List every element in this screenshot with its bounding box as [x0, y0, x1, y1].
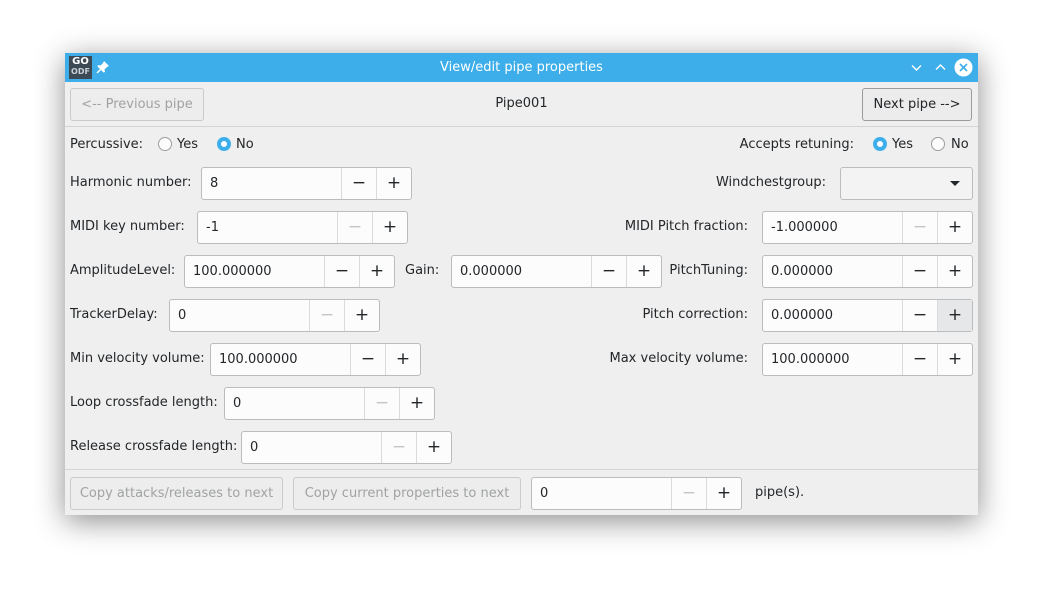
copy-count-decrement-button[interactable]: − — [671, 478, 706, 509]
midi-pitch-increment-button[interactable]: + — [937, 212, 972, 243]
windchest-label: Windchestgroup: — [715, 175, 826, 190]
percussive-label: Percussive: — [70, 137, 144, 152]
midi-key-value[interactable]: -1 — [206, 212, 219, 243]
amplitude-increment-button[interactable]: + — [359, 256, 394, 287]
percussive-yes-label[interactable]: Yes — [177, 137, 198, 152]
midi-pitch-label: MIDI Pitch fraction: — [624, 219, 748, 234]
pitch-correction-label: Pitch correction: — [642, 307, 749, 322]
max-velocity-spinbox[interactable]: 100.000000 − + — [762, 343, 973, 376]
bottom-divider — [65, 469, 978, 470]
pitch-correction-increment-button[interactable]: + — [937, 300, 972, 331]
gain-spinbox[interactable]: 0.000000 − + — [451, 255, 662, 288]
midi-pitch-decrement-button[interactable]: − — [902, 212, 937, 243]
copy-current-properties-button[interactable]: Copy current properties to next — [293, 477, 521, 510]
release-crossfade-label: Release crossfade length: — [70, 439, 238, 454]
tracker-delay-increment-button[interactable]: + — [344, 300, 379, 331]
max-velocity-label: Max velocity volume: — [609, 351, 749, 366]
release-crossfade-increment-button[interactable]: + — [416, 432, 451, 463]
loop-crossfade-decrement-button[interactable]: − — [364, 388, 399, 419]
copy-attacks-releases-button[interactable]: Copy attacks/releases to next — [70, 477, 283, 510]
loop-crossfade-spinbox[interactable]: 0 − + — [224, 387, 435, 420]
gain-label: Gain: — [405, 263, 440, 278]
copy-count-spinbox[interactable]: 0 − + — [531, 477, 742, 510]
tracker-delay-decrement-button[interactable]: − — [309, 300, 344, 331]
min-velocity-spinbox[interactable]: 100.000000 − + — [210, 343, 421, 376]
copy-count-increment-button[interactable]: + — [706, 478, 741, 509]
amplitude-decrement-button[interactable]: − — [324, 256, 359, 287]
top-divider — [65, 126, 978, 127]
tracker-delay-value[interactable]: 0 — [178, 300, 186, 331]
retuning-label: Accepts retuning: — [739, 137, 854, 152]
release-crossfade-value[interactable]: 0 — [250, 432, 258, 463]
percussive-yes-radio[interactable] — [158, 137, 172, 151]
amplitude-label: AmplitudeLevel: — [70, 263, 176, 278]
midi-key-label: MIDI key number: — [70, 219, 185, 234]
harmonic-value[interactable]: 8 — [210, 168, 218, 199]
close-icon[interactable] — [954, 58, 973, 77]
pitch-tuning-decrement-button[interactable]: − — [902, 256, 937, 287]
harmonic-spinbox[interactable]: 8 − + — [201, 167, 412, 200]
amplitude-value[interactable]: 100.000000 — [193, 256, 272, 287]
pitch-tuning-spinbox[interactable]: 0.000000 − + — [762, 255, 973, 288]
minimize-icon[interactable] — [907, 58, 926, 77]
window-title: View/edit pipe properties — [440, 60, 603, 75]
pitch-tuning-increment-button[interactable]: + — [937, 256, 972, 287]
pitch-correction-value[interactable]: 0.000000 — [771, 300, 833, 331]
midi-pitch-value[interactable]: -1.000000 — [771, 212, 838, 243]
harmonic-increment-button[interactable]: + — [376, 168, 411, 199]
tracker-delay-spinbox[interactable]: 0 − + — [169, 299, 380, 332]
pitch-correction-spinbox[interactable]: 0.000000 − + — [762, 299, 973, 332]
release-crossfade-spinbox[interactable]: 0 − + — [241, 431, 452, 464]
gain-value[interactable]: 0.000000 — [460, 256, 522, 287]
percussive-no-label[interactable]: No — [236, 137, 254, 152]
max-velocity-decrement-button[interactable]: − — [902, 344, 937, 375]
loop-crossfade-increment-button[interactable]: + — [399, 388, 434, 419]
maximize-icon[interactable] — [931, 58, 950, 77]
pitch-correction-decrement-button[interactable]: − — [902, 300, 937, 331]
midi-key-increment-button[interactable]: + — [372, 212, 407, 243]
retuning-no-radio[interactable] — [931, 137, 945, 151]
percussive-no-radio[interactable] — [217, 137, 231, 151]
retuning-yes-radio[interactable] — [873, 137, 887, 151]
copy-count-value[interactable]: 0 — [540, 478, 548, 509]
gain-increment-button[interactable]: + — [626, 256, 661, 287]
loop-crossfade-label: Loop crossfade length: — [70, 395, 218, 410]
chevron-down-icon — [950, 181, 960, 186]
min-velocity-label: Min velocity volume: — [70, 351, 205, 366]
min-velocity-value[interactable]: 100.000000 — [219, 344, 298, 375]
harmonic-label: Harmonic number: — [70, 175, 192, 190]
min-velocity-increment-button[interactable]: + — [385, 344, 420, 375]
max-velocity-increment-button[interactable]: + — [937, 344, 972, 375]
windchest-dropdown[interactable] — [840, 167, 973, 200]
pipes-suffix-label: pipe(s). — [755, 485, 805, 500]
pitch-tuning-value[interactable]: 0.000000 — [771, 256, 833, 287]
min-velocity-decrement-button[interactable]: − — [350, 344, 385, 375]
midi-pitch-spinbox[interactable]: -1.000000 − + — [762, 211, 973, 244]
pipe-properties-dialog: GO ODF View/edit pipe properties <-- Pre… — [65, 53, 978, 515]
release-crossfade-decrement-button[interactable]: − — [381, 432, 416, 463]
retuning-no-label[interactable]: No — [951, 137, 969, 152]
next-pipe-button[interactable]: Next pipe --> — [862, 88, 972, 121]
retuning-yes-label[interactable]: Yes — [892, 137, 913, 152]
harmonic-decrement-button[interactable]: − — [341, 168, 376, 199]
loop-crossfade-value[interactable]: 0 — [233, 388, 241, 419]
amplitude-spinbox[interactable]: 100.000000 − + — [184, 255, 395, 288]
pitch-tuning-label: PitchTuning: — [669, 263, 748, 278]
title-bar[interactable]: GO ODF View/edit pipe properties — [65, 53, 978, 82]
midi-key-spinbox[interactable]: -1 − + — [197, 211, 408, 244]
tracker-delay-label: TrackerDelay: — [70, 307, 158, 322]
gain-decrement-button[interactable]: − — [591, 256, 626, 287]
pipe-name: Pipe001 — [495, 96, 548, 111]
max-velocity-value[interactable]: 100.000000 — [771, 344, 850, 375]
midi-key-decrement-button[interactable]: − — [337, 212, 372, 243]
